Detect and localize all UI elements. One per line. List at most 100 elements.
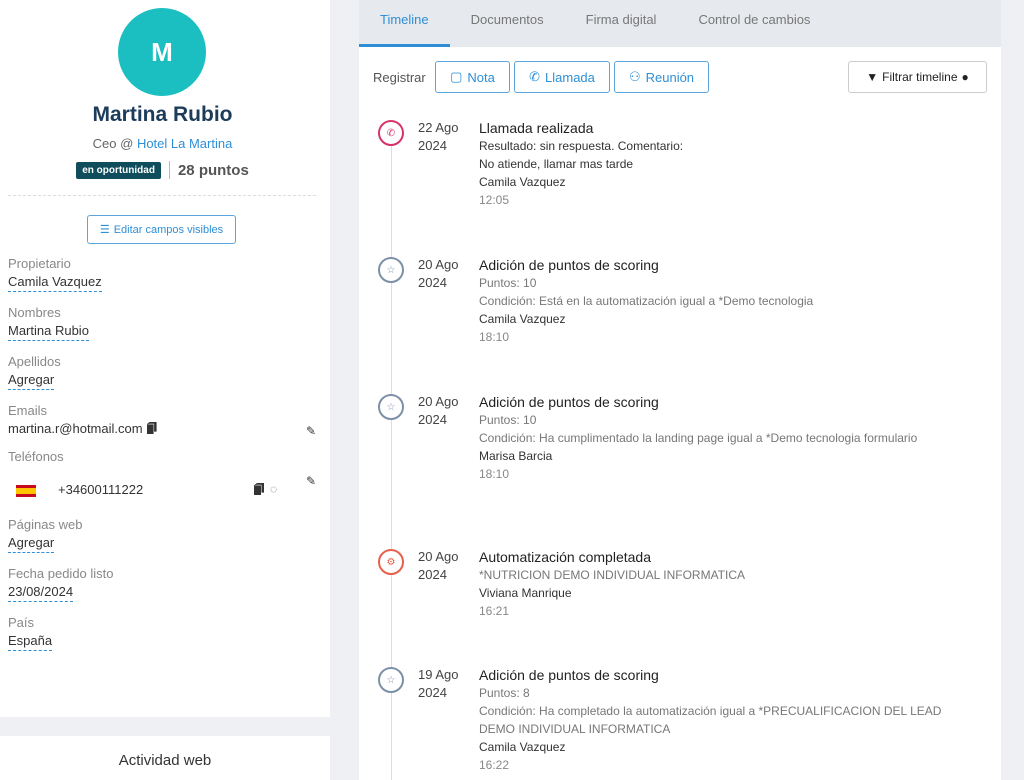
status-row: en oportunidad 28 puntos <box>0 161 325 179</box>
entry-user: Camila Vazquez <box>479 312 566 326</box>
tab-documentos[interactable]: Documentos <box>450 0 565 47</box>
whatsapp-icon[interactable]: ◌ <box>270 482 277 496</box>
entry-date: 20 Ago 2024 <box>418 548 459 584</box>
contact-role: Ceo @ Hotel La Martina <box>0 136 325 151</box>
entry-date-day: 22 Ago <box>418 120 459 135</box>
entry-time: 12:05 <box>479 193 510 207</box>
country-value[interactable]: España <box>8 632 53 651</box>
entry-date-day: 19 Ago <box>418 667 459 682</box>
entry-body: Llamada realizada Resultado: sin respues… <box>479 119 979 209</box>
entry-title: Llamada realizada <box>479 120 594 136</box>
call-label: Llamada <box>545 69 595 85</box>
status-badge: en oportunidad <box>76 161 161 179</box>
entry-body: Adición de puntos de scoring Puntos: 8 C… <box>479 666 969 774</box>
field-label: Nombres <box>8 305 61 320</box>
tab-timeline[interactable]: Timeline <box>359 0 450 47</box>
entry-title: Adición de puntos de scoring <box>479 667 659 683</box>
contact-fields: Propietario Camila Vazquez Nombres Marti… <box>8 255 318 663</box>
entry-line: Resultado: sin respuesta. Comentario: <box>479 139 684 153</box>
entry-date-day: 20 Ago <box>418 549 459 564</box>
field-label: Teléfonos <box>8 449 64 464</box>
role-prefix: Ceo @ <box>92 136 137 151</box>
entry-date-year: 2024 <box>418 567 447 582</box>
first-name-value[interactable]: Martina Rubio <box>8 322 89 341</box>
divider <box>168 161 170 179</box>
tab-bar: Timeline Documentos Firma digital Contro… <box>359 0 1001 47</box>
entry-date: 19 Ago 2024 <box>418 666 459 702</box>
entry-detail: *NUTRICION DEMO INDIVIDUAL INFORMATICA <box>479 568 746 582</box>
field-label: Fecha pedido listo <box>8 566 114 581</box>
edit-label: Editar campos visibles <box>113 223 224 236</box>
field-label: Propietario <box>8 256 71 271</box>
entry-time: 16:21 <box>479 604 510 618</box>
entry-line: No atiende, llamar mas tarde <box>479 157 634 171</box>
entry-user: Camila Vazquez <box>479 175 566 189</box>
entry-user: Marisa Barcia <box>479 449 553 463</box>
phone-value[interactable]: +34600111222 <box>58 482 143 497</box>
entry-points: Puntos: 10 <box>479 413 537 427</box>
timeline-toolbar: Registrar ▢ Nota ✆ Llamada ⚇ Reunión ▼ Filtr… <box>359 61 1001 93</box>
entry-date: 20 Ago 2024 <box>418 256 459 292</box>
web-activity-panel: Actividad web <box>0 736 330 780</box>
gear-icon: ⚙ <box>378 549 404 575</box>
tab-control-cambios[interactable]: Control de cambios <box>677 0 831 47</box>
add-meeting-button[interactable]: ⚇ Reunión <box>614 61 709 93</box>
websites-value[interactable]: Agregar <box>8 534 55 553</box>
filter-icon: ▼ <box>866 70 879 84</box>
filter-timeline-button[interactable]: ▼ Filtrar timeline ● <box>848 61 987 93</box>
tab-firma-digital[interactable]: Firma digital <box>565 0 678 47</box>
entry-body: Adición de puntos de scoring Puntos: 10 … <box>479 393 939 483</box>
handshake-icon: ⚇ <box>628 69 641 84</box>
contact-name: Martina Rubio <box>92 103 233 126</box>
owner-value[interactable]: Camila Vazquez <box>8 273 102 292</box>
pencil-icon[interactable]: ✎ <box>306 474 316 488</box>
field-label: Emails <box>8 403 48 418</box>
entry-time: 16:22 <box>479 758 510 772</box>
entry-user: Camila Vazquez <box>479 740 566 754</box>
copy-icon[interactable] <box>146 422 157 434</box>
entry-title: Adición de puntos de scoring <box>479 394 659 410</box>
contact-panel: M Martina Rubio Ceo @ Hotel La Martina e… <box>0 0 330 717</box>
pencil-icon[interactable]: ✎ <box>306 422 316 440</box>
field-label: Apellidos <box>8 354 61 369</box>
entry-body: Adición de puntos de scoring Puntos: 10 … <box>479 256 979 346</box>
star-icon: ☆ <box>378 667 404 693</box>
meeting-label: Reunión <box>645 69 695 85</box>
phone-icon: ✆ <box>378 120 404 146</box>
add-note-button[interactable]: ▢ Nota <box>435 61 510 93</box>
email-value[interactable]: martina.r@hotmail.com <box>8 421 143 436</box>
entry-date-day: 20 Ago <box>418 257 459 272</box>
phone-actions: ◌ <box>250 482 277 496</box>
edit-visible-fields-button[interactable]: ☰ Editar campos visibles <box>87 215 236 244</box>
entry-date-day: 20 Ago <box>418 394 459 409</box>
entry-date-year: 2024 <box>418 275 447 290</box>
web-activity-title: Actividad web <box>118 752 212 769</box>
entry-date-year: 2024 <box>418 412 447 427</box>
company-link[interactable]: Hotel La Martina <box>137 136 232 151</box>
filter-label: Filtrar timeline <box>882 70 958 84</box>
entry-points: Puntos: 10 <box>479 276 537 290</box>
avatar: M <box>118 8 206 96</box>
entry-points: Puntos: 8 <box>479 686 530 700</box>
check-circle-icon: ● <box>961 70 969 84</box>
list-icon: ☰ <box>99 224 110 236</box>
register-label: Registrar <box>373 70 426 85</box>
last-name-value[interactable]: Agregar <box>8 371 55 390</box>
entry-date-year: 2024 <box>418 685 447 700</box>
note-icon: ▢ <box>450 69 463 84</box>
add-call-button[interactable]: ✆ Llamada <box>514 61 610 93</box>
copy-icon[interactable] <box>254 483 264 495</box>
phone-row: +34600111222 ◌ ✎ <box>8 470 318 506</box>
phone-icon: ✆ <box>529 69 541 84</box>
spain-flag-icon <box>16 485 36 497</box>
entry-time: 18:10 <box>479 330 510 344</box>
field-label: Páginas web <box>8 517 83 532</box>
entry-condition: Condición: Está en la automatización igu… <box>479 294 814 308</box>
entry-user: Viviana Manrique <box>479 586 572 600</box>
entry-condition: Condición: Ha completado la automatizaci… <box>479 704 942 736</box>
order-date-value[interactable]: 23/08/2024 <box>8 583 74 602</box>
entry-title: Adición de puntos de scoring <box>479 257 659 273</box>
entry-date-year: 2024 <box>418 138 447 153</box>
entry-title: Automatización completada <box>479 549 651 565</box>
star-icon: ☆ <box>378 394 404 420</box>
